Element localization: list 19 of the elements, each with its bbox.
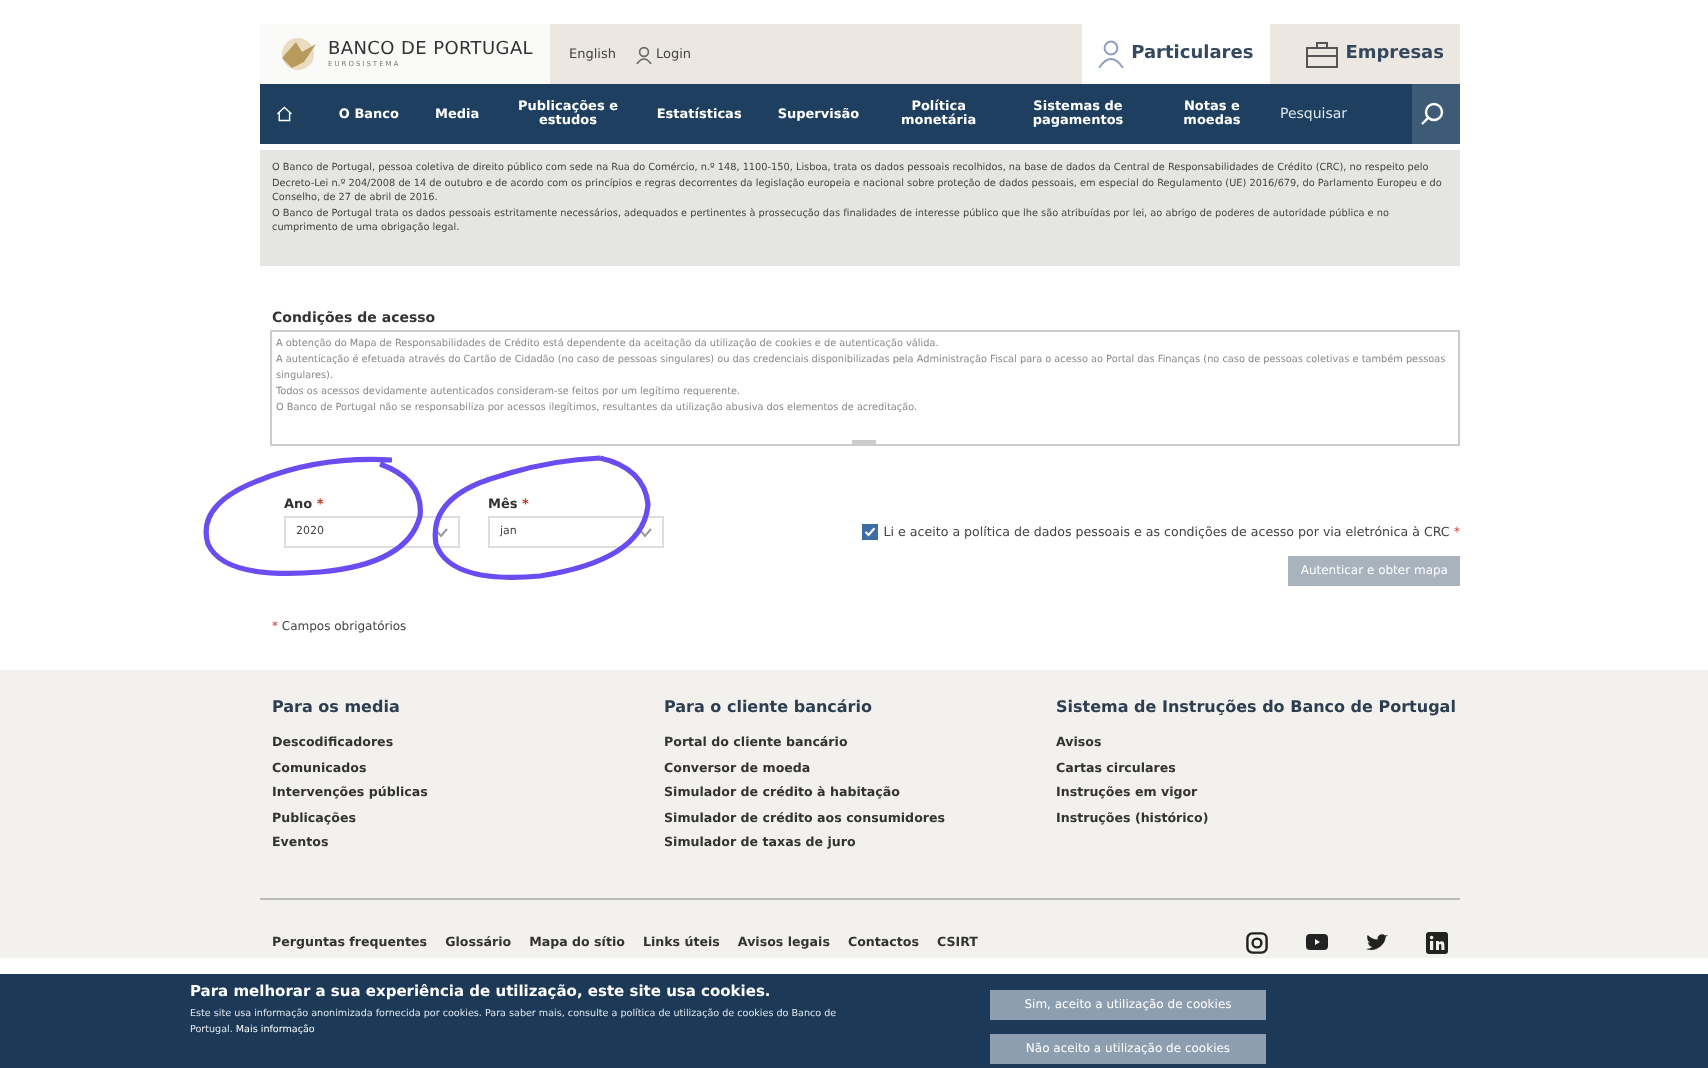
bird-icon [276,34,320,74]
footer-heading: Sistema de Instruções do Banco de Portugal [1056,698,1456,716]
footer-heading: Para os media [272,698,402,716]
logo-text: BANCO DE PORTUGAL [328,40,534,60]
bird-icon[interactable] [1366,933,1388,951]
linkedin-icon[interactable] [1426,931,1448,953]
home-icon[interactable] [276,102,293,126]
audience-tab[interactable]: Particulares [1081,24,1270,84]
caret-icon [434,527,448,537]
briefcase-icon [1305,41,1338,67]
instagram-icon[interactable] [1246,931,1268,953]
audience-tab[interactable]: Empresas [1289,24,1460,84]
checkbox[interactable] [861,524,878,540]
user-icon [636,45,652,63]
video-icon[interactable] [1306,934,1328,950]
search-icon[interactable] [1412,84,1460,144]
caret-icon [638,527,652,537]
user-icon [1097,40,1124,68]
footer-heading: Para o cliente bancário [664,698,874,716]
